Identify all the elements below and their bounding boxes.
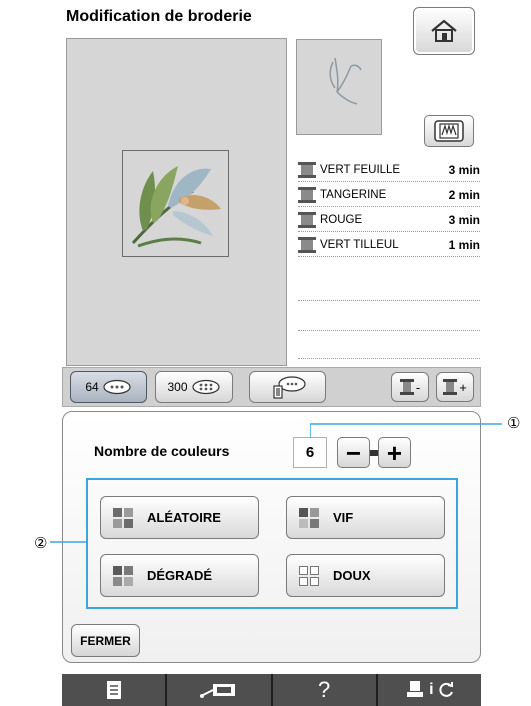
thread-time: 3 min xyxy=(448,163,480,177)
vivid-icon xyxy=(299,507,319,528)
callout-line-2 xyxy=(50,541,86,543)
embroidery-design xyxy=(131,166,221,248)
thread-minus-label: - xyxy=(415,379,421,395)
gradient-label: DÉGRADÉ xyxy=(147,568,213,583)
soft-icon xyxy=(299,565,319,586)
thread-time: 1 min xyxy=(448,238,480,252)
thread-time: 2 min xyxy=(448,188,480,202)
random-icon xyxy=(113,507,133,528)
home-icon xyxy=(431,19,457,42)
thread-spool-icon xyxy=(298,237,316,253)
row-divider xyxy=(298,300,480,301)
thread-spool-icon xyxy=(298,187,316,203)
home-button[interactable] xyxy=(413,7,475,55)
thread-row[interactable]: VERT TILLEUL 1 min xyxy=(298,234,480,256)
page-icon xyxy=(106,681,121,699)
thread-change-button[interactable] xyxy=(249,371,326,403)
soft-button[interactable]: DOUX xyxy=(286,554,445,597)
stitch-view-button[interactable] xyxy=(424,115,474,147)
callout-2: ② xyxy=(34,535,48,552)
thread-spool-icon xyxy=(298,212,316,228)
row-divider xyxy=(298,231,480,232)
palette-64-label: 64 xyxy=(85,380,99,394)
settings-button[interactable]: i xyxy=(378,674,481,706)
vivid-button[interactable]: VIF xyxy=(286,496,445,539)
help-icon: ? xyxy=(318,677,331,702)
page-title: Modification de broderie xyxy=(66,8,252,25)
soft-label: DOUX xyxy=(333,568,371,583)
palette-300-button[interactable]: 300 xyxy=(155,371,233,403)
row-divider xyxy=(298,206,480,207)
palette-300-label: 300 xyxy=(167,380,188,394)
pattern-frame xyxy=(122,150,229,257)
thread-time: 3 min xyxy=(448,213,480,227)
bottom-bar: ? i xyxy=(62,674,481,706)
random-label: ALÉATOIRE xyxy=(147,510,221,525)
thread-name: VERT FEUILLE xyxy=(320,164,401,176)
thread-unit-icon xyxy=(191,379,220,395)
thread-name: TANGERINE xyxy=(320,189,387,201)
thread-row[interactable]: TANGERINE 2 min xyxy=(298,184,480,206)
thread-name: VERT TILLEUL xyxy=(320,239,399,251)
random-button[interactable]: ALÉATOIRE xyxy=(100,496,259,539)
row-divider xyxy=(298,256,480,257)
info-icon: i xyxy=(429,681,434,698)
gradient-icon xyxy=(113,565,133,586)
callout-1: ① xyxy=(507,415,521,432)
thread-plus-button[interactable]: + xyxy=(436,372,474,402)
thread-spool-icon xyxy=(298,162,316,178)
color-count-increase-button[interactable]: + xyxy=(378,437,411,468)
row-divider xyxy=(298,181,480,182)
callout-line-1 xyxy=(310,423,502,438)
color-count-label: Nombre de couleurs xyxy=(94,443,230,459)
thread-change-icon xyxy=(272,376,306,399)
stitch-view-icon xyxy=(434,120,464,142)
close-button[interactable]: FERMER xyxy=(71,624,140,657)
preview-design xyxy=(329,57,362,105)
gradient-button[interactable]: DÉGRADÉ xyxy=(100,554,259,597)
color-count-decrease-button[interactable]: − xyxy=(337,437,370,468)
presser-foot-icon xyxy=(407,681,424,697)
machine-button[interactable] xyxy=(167,674,273,706)
page-button[interactable] xyxy=(62,674,168,706)
design-preview xyxy=(296,39,382,135)
vivid-label: VIF xyxy=(333,510,354,525)
thread-row[interactable]: VERT FEUILLE 3 min xyxy=(298,159,480,181)
thread-spool-icon xyxy=(443,379,458,395)
row-divider xyxy=(298,330,480,331)
stepper-joint xyxy=(370,450,378,456)
thread-name: ROUGE xyxy=(320,214,363,226)
thread-spool-icon xyxy=(399,379,414,395)
thread-minus-button[interactable]: - xyxy=(391,372,429,402)
thread-row[interactable]: ROUGE 3 min xyxy=(298,209,480,231)
palette-64-button[interactable]: 64 xyxy=(70,371,147,403)
refresh-icon xyxy=(439,682,453,697)
help-button[interactable]: ? xyxy=(273,674,378,706)
color-count-value: 6 xyxy=(293,437,327,468)
thread-unit-icon xyxy=(103,379,131,395)
thread-plus-label: + xyxy=(459,379,467,395)
row-divider xyxy=(298,358,480,359)
machine-icon xyxy=(199,684,235,698)
